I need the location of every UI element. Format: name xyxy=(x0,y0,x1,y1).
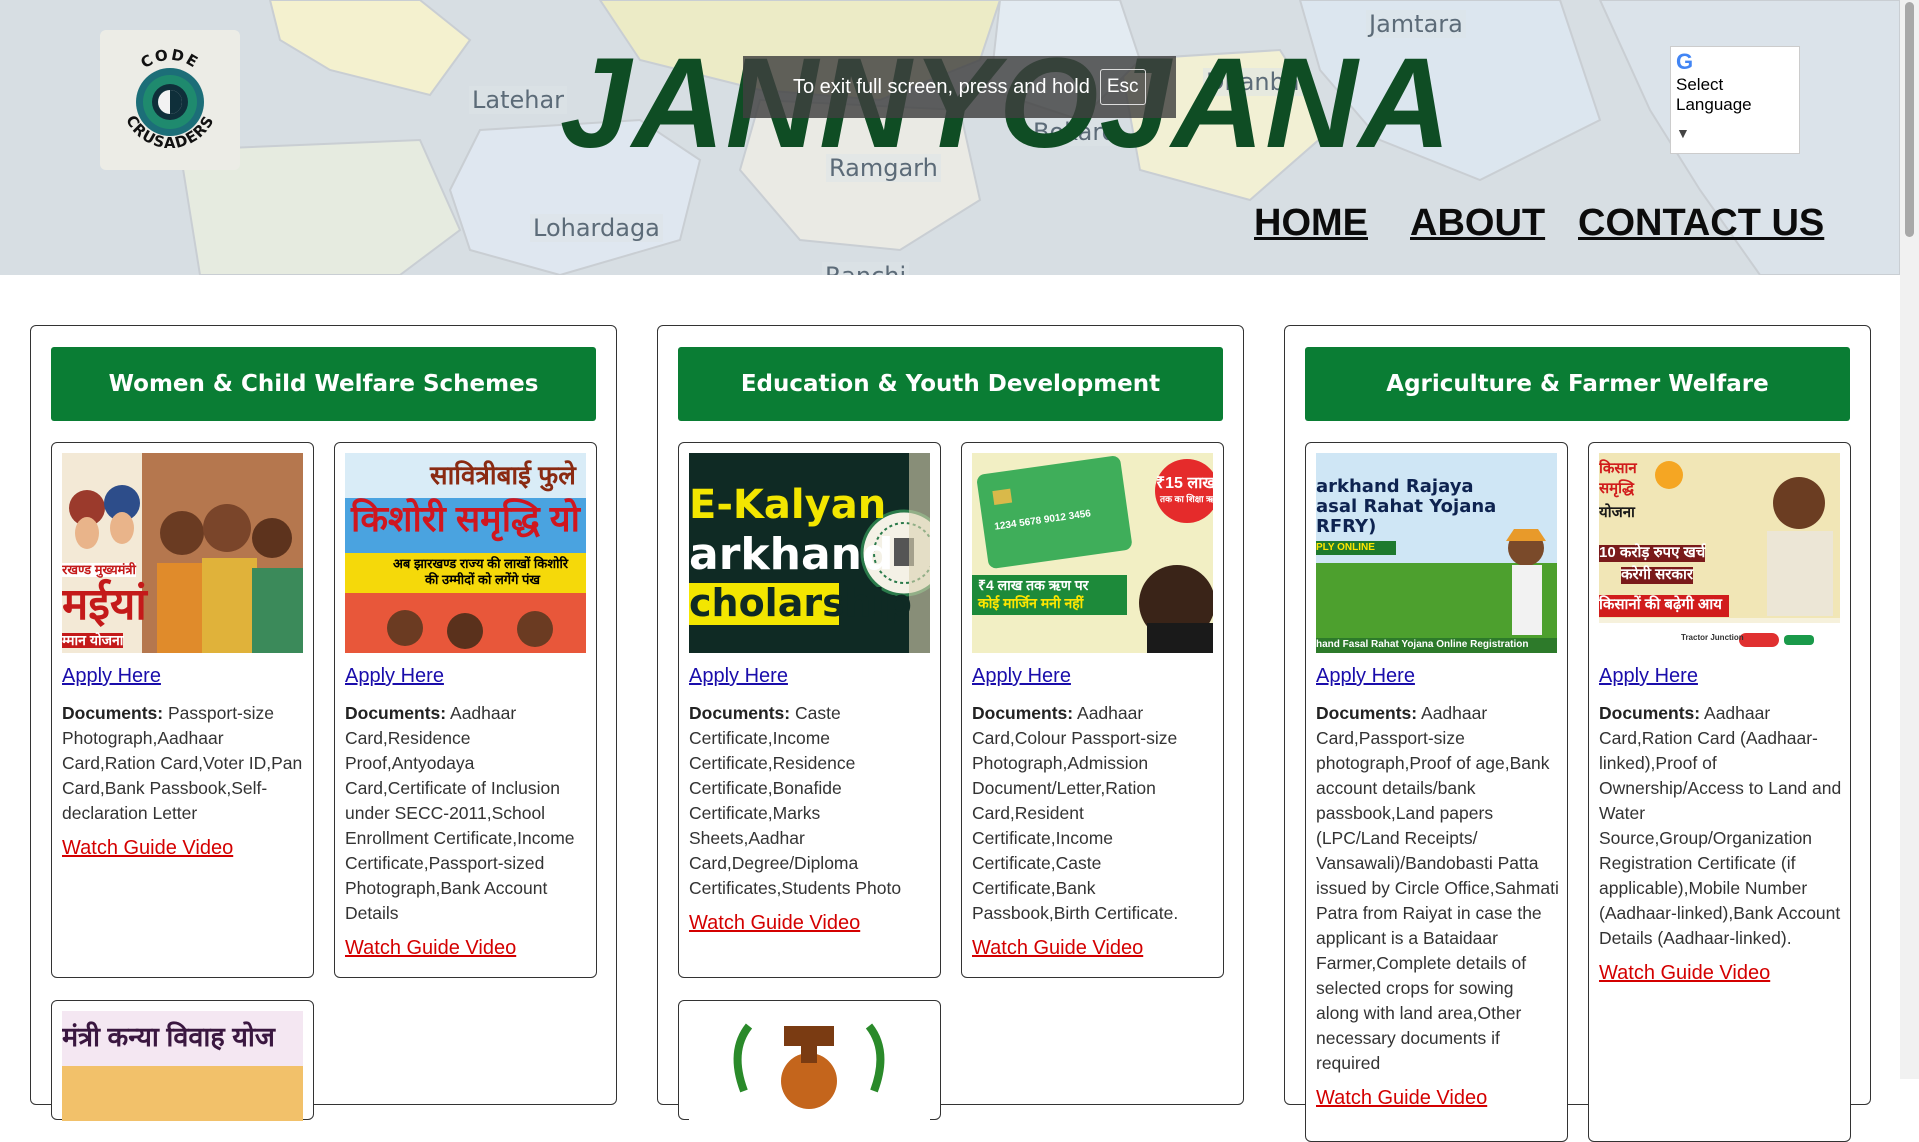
documents-list: Aadhaar Card,Colour Passport-size Photog… xyxy=(972,703,1179,923)
google-g-icon: G xyxy=(1676,49,1694,74)
fullscreen-notice-text: To exit full screen, press and hold xyxy=(793,75,1090,98)
apply-here-link[interactable]: Apply Here xyxy=(345,665,444,688)
documents-label: Documents: xyxy=(1599,703,1701,723)
scheme-image-caption: रखण्ड मुख्यमंत्री xyxy=(62,562,136,578)
scheme-image: E-Kalyan arkhand cholarship xyxy=(689,453,930,653)
scheme-image: मंत्री कन्या विवाह योज xyxy=(62,1011,303,1121)
scheme-image-caption: Tractor Junction xyxy=(1681,633,1744,642)
watch-guide-video-link[interactable]: Watch Guide Video xyxy=(1316,1086,1561,1111)
fullscreen-notice: To exit full screen, press and hold Esc xyxy=(743,56,1176,118)
documents-label: Documents: xyxy=(1316,703,1418,723)
scheme-image-caption: ₹15 लाख xyxy=(1156,475,1213,492)
documents-list: Caste Certificate,Income Certificate,Res… xyxy=(689,703,902,898)
map-label-latehar: Latehar xyxy=(469,86,568,114)
scheme-image-caption: 10 करोड़ रुपए खर्च xyxy=(1599,544,1706,562)
category-panel-agriculture-farmer: Agriculture & Farmer Welfare arkhand Raj… xyxy=(1284,325,1871,1142)
scheme-image-caption: cholarship xyxy=(689,581,912,625)
scheme-image-caption: सावित्रीबाई फुले xyxy=(430,460,576,490)
scheme-card-e-kalyan: E-Kalyan arkhand cholarship Apply Here D… xyxy=(678,442,941,978)
scheme-image: arkhand Rajaya asal Rahat Yojana RFRY) P… xyxy=(1316,453,1557,653)
category-panel-women-child: Women & Child Welfare Schemes रखण्ड मुख्… xyxy=(30,325,617,1121)
scheme-image-caption: arkhand Rajaya xyxy=(1316,476,1474,497)
scheme-image-caption: मंत्री कन्या विवाह योज xyxy=(62,1022,275,1052)
apply-here-link[interactable]: Apply Here xyxy=(62,665,161,688)
nav-contact-us[interactable]: CONTACT US xyxy=(1578,202,1824,245)
scheme-image-caption: किसान xyxy=(1599,460,1637,477)
scheme-image-caption: मईयां xyxy=(62,580,147,629)
scheme-image-caption: समृद्धि xyxy=(1599,480,1634,497)
scheme-card-kanya-vivah: मंत्री कन्या विवाह योज xyxy=(51,1000,314,1121)
scheme-card-skill-emblem xyxy=(678,1000,941,1121)
documents-text: Documents: Aadhaar Card,Passport-size ph… xyxy=(1316,701,1561,1111)
documents-list: Aadhaar Card,Passport-size photograph,Pr… xyxy=(1316,703,1559,1073)
scheme-image-caption: hand Fasal Rahat Yojana Online Registrat… xyxy=(1316,639,1529,650)
category-heading: Education & Youth Development xyxy=(678,347,1223,421)
scheme-image-caption: योजना xyxy=(1599,504,1635,521)
nav-about[interactable]: ABOUT xyxy=(1410,202,1545,245)
dropdown-arrow-icon: ▼ xyxy=(1676,125,1690,141)
scheme-image-caption: की उम्मीदों को लगेंगे पंख xyxy=(425,572,541,587)
watch-guide-video-link[interactable]: Watch Guide Video xyxy=(689,911,934,936)
documents-text: Documents: Aadhaar Card,Colour Passport-… xyxy=(972,701,1217,961)
scheme-image-caption: ₹4 लाख तक ऋण पर xyxy=(978,577,1089,593)
documents-label: Documents: xyxy=(345,703,447,723)
page-scrollbar[interactable] xyxy=(1900,0,1919,1079)
scheme-image-caption: asal Rahat Yojana xyxy=(1316,496,1497,517)
scheme-image-caption: अब झारखण्ड राज्य की लाखों किशोरि xyxy=(393,556,569,571)
category-panel-education-youth: Education & Youth Development E-Kalyan a… xyxy=(657,325,1244,1121)
scheme-image: रखण्ड मुख्यमंत्री मईयां म्मान योजना xyxy=(62,453,303,653)
watch-guide-video-link[interactable]: Watch Guide Video xyxy=(972,936,1217,961)
language-select[interactable]: G Select Language ▼ xyxy=(1670,46,1800,154)
documents-label: Documents: xyxy=(62,703,164,723)
scheme-image-caption: PLY ONLINE xyxy=(1316,542,1375,553)
scheme-card-kisan-samriddhi: किसान समृद्धि योजना 10 करोड़ रुपए खर्च क… xyxy=(1588,442,1851,1142)
documents-text: Documents: Aadhaar Card,Ration Card (Aad… xyxy=(1599,701,1844,986)
scheme-card-kishori-samriddhi: सावित्रीबाई फुले किशोरी समृद्धि यो अब झा… xyxy=(334,442,597,978)
scheme-image: ₹15 लाख तक का शिक्षा ऋण 1234 5678 9012 3… xyxy=(972,453,1213,653)
nav-home[interactable]: HOME xyxy=(1254,202,1368,245)
language-select-label: Select Language xyxy=(1676,75,1752,114)
scheme-image xyxy=(689,1011,930,1121)
scheme-image-caption: RFRY) xyxy=(1316,516,1377,537)
scheme-image-caption: म्मान योजना xyxy=(62,632,124,649)
scrollbar-thumb[interactable] xyxy=(1905,2,1914,237)
scheme-image-caption: करेगी सरकार xyxy=(1621,566,1693,584)
scheme-card-maiyan-samman: रखण्ड मुख्यमंत्री मईयां म्मान योजना Appl… xyxy=(51,442,314,978)
scheme-card-fasal-rahat: arkhand Rajaya asal Rahat Yojana RFRY) P… xyxy=(1305,442,1568,1142)
scheme-image-caption: arkhand xyxy=(689,529,894,580)
documents-list: Aadhaar Card,Ration Card (Aadhaar-linked… xyxy=(1599,703,1842,948)
documents-list: Aadhaar Card,Residence Proof,Antyodaya C… xyxy=(345,703,575,923)
scheme-image: किसान समृद्धि योजना 10 करोड़ रुपए खर्च क… xyxy=(1599,453,1840,653)
code-crusaders-logo[interactable]: CODE CRUSADERS xyxy=(100,30,240,170)
category-heading: Agriculture & Farmer Welfare xyxy=(1305,347,1850,421)
scheme-image-caption: कोई मार्जिन मनी नहीं xyxy=(978,595,1084,611)
site-header: Latehar Ramgarh Lohardaga Jamtara Dhanba… xyxy=(0,0,1900,275)
apply-here-link[interactable]: Apply Here xyxy=(689,665,788,688)
watch-guide-video-link[interactable]: Watch Guide Video xyxy=(345,936,590,961)
esc-key-badge: Esc xyxy=(1099,69,1146,105)
scheme-image-caption: किशोरी समृद्धि यो xyxy=(351,498,580,539)
scheme-image-caption: तक का शिक्षा ऋण xyxy=(1160,494,1213,504)
scheme-image-caption: किसानों की बढ़ेगी आय xyxy=(1599,596,1722,613)
scheme-image: सावित्रीबाई फुले किशोरी समृद्धि यो अब झा… xyxy=(345,453,586,653)
watch-guide-video-link[interactable]: Watch Guide Video xyxy=(62,836,307,861)
scheme-image-caption: E-Kalyan xyxy=(689,482,887,528)
apply-here-link[interactable]: Apply Here xyxy=(972,665,1071,688)
documents-text: Documents: Caste Certificate,Income Cert… xyxy=(689,701,934,936)
documents-text: Documents: Aadhaar Card,Residence Proof,… xyxy=(345,701,590,961)
documents-label: Documents: xyxy=(972,703,1074,723)
apply-here-link[interactable]: Apply Here xyxy=(1316,665,1415,688)
documents-text: Documents: Passport-size Photograph,Aadh… xyxy=(62,701,307,861)
map-label-ranchi: Ranchi xyxy=(822,262,910,275)
category-heading: Women & Child Welfare Schemes xyxy=(51,347,596,421)
watch-guide-video-link[interactable]: Watch Guide Video xyxy=(1599,961,1844,986)
scheme-card-student-credit-card: ₹15 लाख तक का शिक्षा ऋण 1234 5678 9012 3… xyxy=(961,442,1224,978)
map-label-lohardaga: Lohardaga xyxy=(530,214,663,242)
apply-here-link[interactable]: Apply Here xyxy=(1599,665,1698,688)
documents-label: Documents: xyxy=(689,703,791,723)
